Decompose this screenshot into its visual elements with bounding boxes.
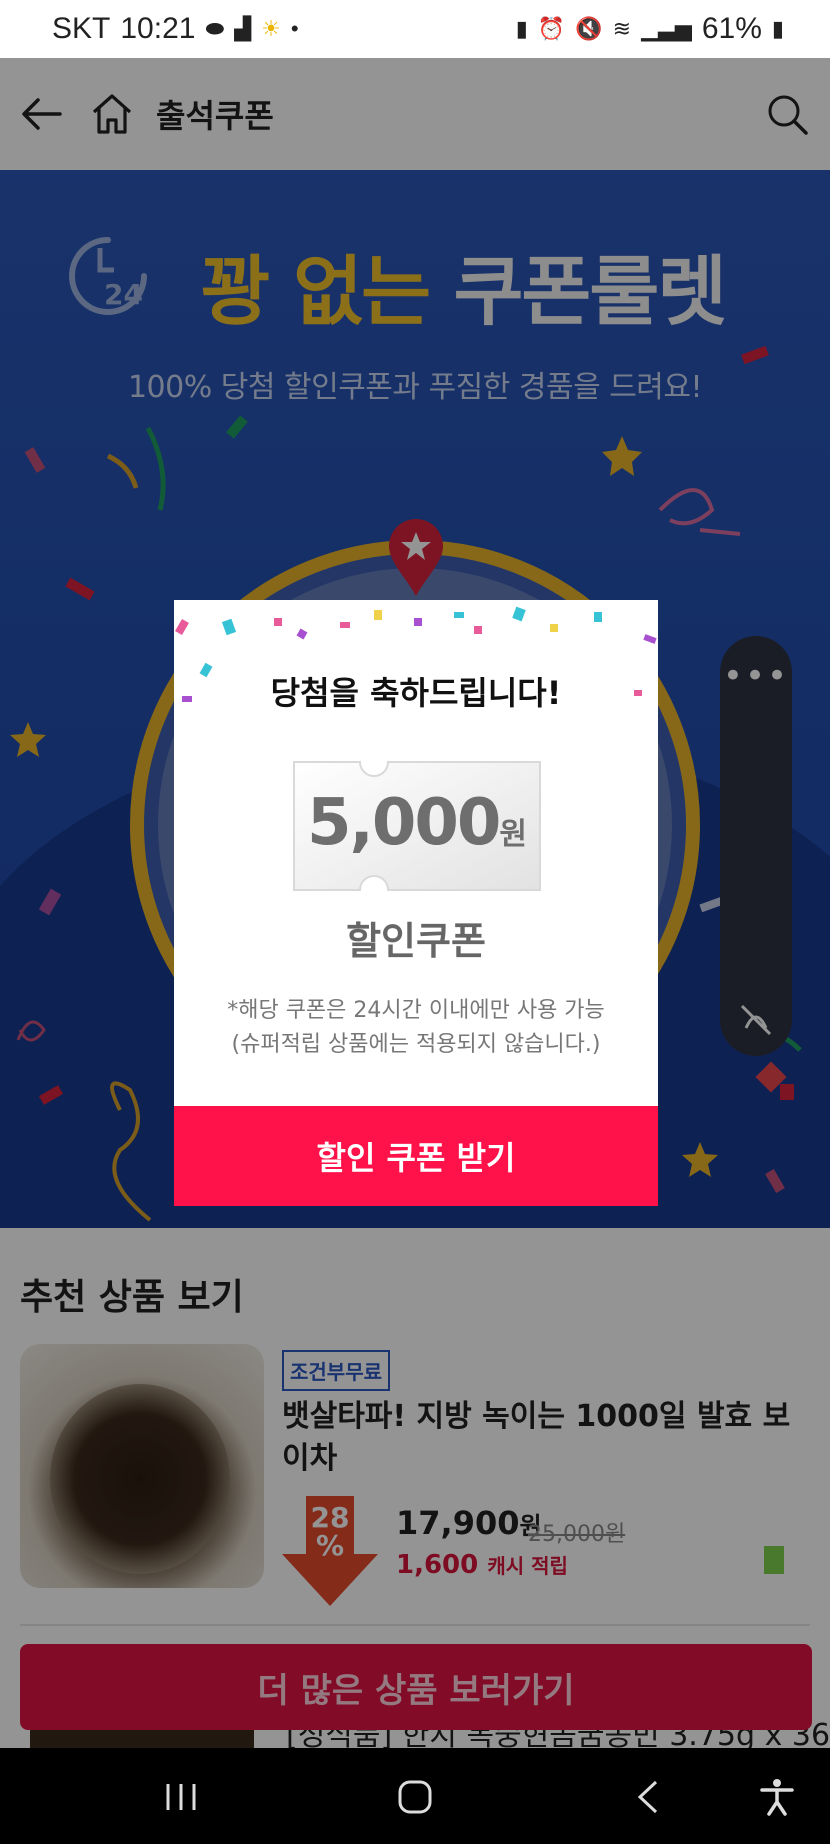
sun-icon: ☀ xyxy=(261,16,281,41)
coupon-amount: 5,000 xyxy=(306,786,501,860)
back-button-icon[interactable] xyxy=(628,1776,670,1818)
stairs-icon: ▟ xyxy=(234,16,252,41)
dot-icon: • xyxy=(290,16,299,41)
navigation-bar xyxy=(0,1748,830,1844)
wifi-icon: ≋ xyxy=(612,16,632,41)
home-button-icon[interactable] xyxy=(394,1776,436,1818)
battery-icon: ▮ xyxy=(771,16,784,41)
coupon-value: 5,000원 xyxy=(290,758,544,894)
mute-icon: 🔇 xyxy=(575,16,603,41)
win-modal: 당첨을 축하드립니다! 5,000원 할인쿠폰 *해당 쿠폰은 24시간 이내에… xyxy=(174,600,658,1206)
recent-apps-icon[interactable] xyxy=(160,1776,202,1818)
signal-icon: ▁▃▅ xyxy=(641,16,692,41)
coupon-note-line2: (슈퍼적립 상품에는 적용되지 않습니다.) xyxy=(231,1032,601,1057)
coupon-note-line1: *해당 쿠폰은 24시간 이내에만 사용 가능 xyxy=(227,998,605,1023)
accessibility-icon[interactable] xyxy=(756,1776,798,1818)
pill-icon: ⬬ xyxy=(205,16,225,41)
coupon-label: 할인쿠폰 xyxy=(346,919,486,963)
status-right: ▮ ⏰ 🔇 ≋ ▁▃▅ 61% ▮ xyxy=(516,12,784,46)
coupon-unit: 원 xyxy=(499,817,528,852)
status-bar: SKT 10:21 ⬬ ▟ ☀ • ▮ ⏰ 🔇 ≋ ▁▃▅ 61% ▮ xyxy=(0,0,830,58)
clock-time: 10:21 xyxy=(120,12,196,45)
battery-percent: 61% xyxy=(701,12,762,45)
carrier: SKT xyxy=(52,12,111,45)
status-left: SKT 10:21 ⬬ ▟ ☀ • xyxy=(52,12,299,46)
get-coupon-button[interactable]: 할인 쿠폰 받기 xyxy=(174,1106,658,1206)
battery-saver-icon: ▮ xyxy=(515,16,528,41)
coupon-note: *해당 쿠폰은 24시간 이내에만 사용 가능 (슈퍼적립 상품에는 적용되지 … xyxy=(174,994,658,1062)
modal-title: 당첨을 축하드립니다! xyxy=(270,674,562,712)
alarm-icon: ⏰ xyxy=(537,16,566,41)
